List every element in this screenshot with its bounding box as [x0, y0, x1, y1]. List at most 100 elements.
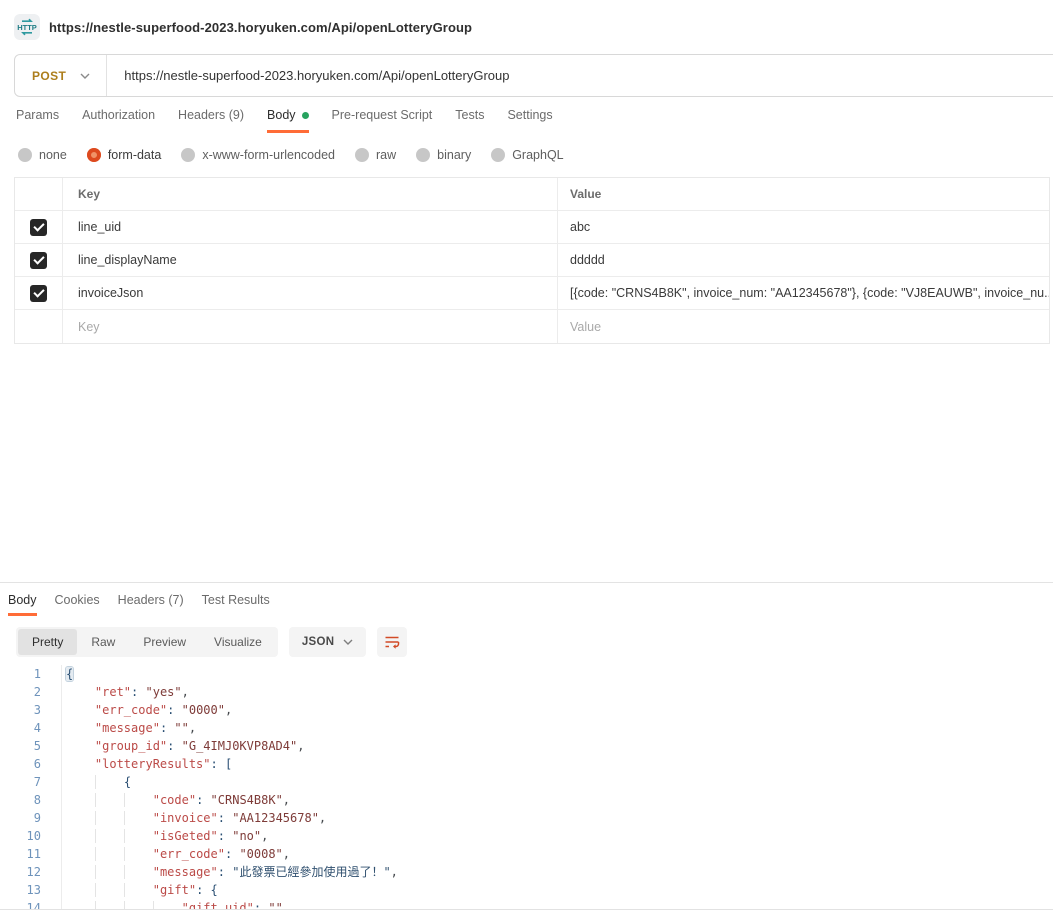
- line-number: 12: [0, 863, 62, 881]
- key-cell[interactable]: line_uid: [63, 211, 558, 243]
- code-line-content: "invoice": "AA12345678",: [62, 809, 326, 827]
- view-mode-preview[interactable]: Preview: [129, 629, 200, 655]
- radio-icon: [181, 148, 195, 162]
- checkbox-cell: [15, 211, 63, 243]
- value-cell-placeholder[interactable]: Value: [558, 310, 1049, 343]
- tab-tests[interactable]: Tests: [455, 97, 484, 133]
- method-label: POST: [15, 69, 80, 83]
- tab-pre-request-script[interactable]: Pre-request Script: [332, 97, 433, 133]
- checkbox-cell: [15, 277, 63, 309]
- radio-icon: [491, 148, 505, 162]
- response-tab-test-results[interactable]: Test Results: [202, 583, 270, 616]
- radio-icon: [18, 148, 32, 162]
- key-cell-placeholder[interactable]: Key: [63, 310, 558, 343]
- body-mode-graphql[interactable]: GraphQL: [491, 148, 563, 162]
- body-mode-label: form-data: [108, 148, 162, 162]
- body-mode-raw[interactable]: raw: [355, 148, 396, 162]
- line-number: 7: [0, 773, 62, 791]
- key-column-header: Key: [63, 178, 558, 210]
- form-data-table: Key Value line_uidabcline_displayNameddd…: [14, 177, 1050, 344]
- value-cell[interactable]: [{code: "CRNS4B8K", invoice_num: "AA1234…: [558, 277, 1049, 309]
- body-mode-none[interactable]: none: [18, 148, 67, 162]
- response-toolbar: PrettyRawPreviewVisualize JSON: [16, 627, 1053, 657]
- tab-settings[interactable]: Settings: [507, 97, 552, 133]
- tab-label: Params: [16, 108, 59, 122]
- code-line: 9 "invoice": "AA12345678",: [0, 809, 1053, 827]
- unsaved-changes-dot: [302, 112, 309, 119]
- code-line-content: "gift_uid": "": [62, 899, 283, 910]
- line-number: 1: [0, 665, 62, 683]
- url-input[interactable]: https://nestle-superfood-2023.horyuken.c…: [107, 68, 509, 83]
- code-line: 7 {: [0, 773, 1053, 791]
- line-number: 4: [0, 719, 62, 737]
- format-label: JSON: [302, 636, 335, 648]
- row-checkbox[interactable]: [30, 285, 47, 302]
- checkbox-cell: [15, 310, 63, 343]
- table-header-row: Key Value: [15, 178, 1049, 211]
- code-line-content: "isGeted": "no",: [62, 827, 268, 845]
- tab-params[interactable]: Params: [16, 97, 59, 133]
- tab-label: Authorization: [82, 108, 155, 122]
- key-cell[interactable]: line_displayName: [63, 244, 558, 276]
- code-line-content: "gift": {: [62, 881, 218, 899]
- row-checkbox[interactable]: [30, 219, 47, 236]
- body-mode-x-www-form-urlencoded[interactable]: x-www-form-urlencoded: [181, 148, 335, 162]
- response-tab-cookies[interactable]: Cookies: [55, 583, 100, 616]
- response-tab-body[interactable]: Body: [8, 583, 37, 616]
- code-line: 6 "lotteryResults": [: [0, 755, 1053, 773]
- format-selector[interactable]: JSON: [289, 627, 367, 657]
- tab-label: Headers (7): [118, 593, 184, 607]
- code-line: 10 "isGeted": "no",: [0, 827, 1053, 845]
- line-number: 2: [0, 683, 62, 701]
- view-mode-visualize[interactable]: Visualize: [200, 629, 276, 655]
- row-checkbox[interactable]: [30, 252, 47, 269]
- response-body-editor[interactable]: 1{2 "ret": "yes",3 "err_code": "0000",4 …: [0, 665, 1053, 910]
- code-line-content: "message": "",: [62, 719, 196, 737]
- tab-authorization[interactable]: Authorization: [82, 97, 155, 133]
- body-mode-label: GraphQL: [512, 148, 563, 162]
- line-number: 3: [0, 701, 62, 719]
- tab-label: Cookies: [55, 593, 100, 607]
- response-tab-headers-7[interactable]: Headers (7): [118, 583, 184, 616]
- value-cell[interactable]: ddddd: [558, 244, 1049, 276]
- body-mode-binary[interactable]: binary: [416, 148, 471, 162]
- code-line: 5 "group_id": "G_4IMJ0KVP8AD4",: [0, 737, 1053, 755]
- tab-label: Settings: [507, 108, 552, 122]
- line-number: 5: [0, 737, 62, 755]
- value-cell[interactable]: abc: [558, 211, 1049, 243]
- tab-label: Tests: [455, 108, 484, 122]
- code-line-content: "code": "CRNS4B8K",: [62, 791, 290, 809]
- code-line-content: {: [62, 773, 131, 791]
- code-line: 11 "err_code": "0008",: [0, 845, 1053, 863]
- tab-body[interactable]: Body: [267, 97, 309, 133]
- line-number: 14: [0, 899, 62, 910]
- line-number: 13: [0, 881, 62, 899]
- code-line: 13 "gift": {: [0, 881, 1053, 899]
- code-line-content: "ret": "yes",: [62, 683, 189, 701]
- code-line-content: "lotteryResults": [: [62, 755, 232, 773]
- code-line: 12 "message": "此發票已經參加使用過了！",: [0, 863, 1053, 881]
- method-selector[interactable]: POST: [15, 55, 106, 96]
- title-bar: HTTP https://nestle-superfood-2023.horyu…: [0, 0, 1053, 54]
- body-mode-form-data[interactable]: form-data: [87, 148, 162, 162]
- request-url-bar: POST https://nestle-superfood-2023.horyu…: [14, 54, 1053, 97]
- radio-icon: [87, 148, 101, 162]
- body-mode-label: raw: [376, 148, 396, 162]
- view-mode-segment: PrettyRawPreviewVisualize: [16, 627, 278, 657]
- key-cell[interactable]: invoiceJson: [63, 277, 558, 309]
- line-number: 6: [0, 755, 62, 773]
- body-mode-label: binary: [437, 148, 471, 162]
- code-line-content: "message": "此發票已經參加使用過了！",: [62, 863, 398, 881]
- response-tabs: Body Cookies Headers (7) Test Results: [0, 583, 1053, 616]
- form-data-row: invoiceJson[{code: "CRNS4B8K", invoice_n…: [15, 277, 1049, 310]
- tab-headers-9[interactable]: Headers (9): [178, 97, 244, 133]
- code-line-content: "group_id": "G_4IMJ0KVP8AD4",: [62, 737, 304, 755]
- code-line: 8 "code": "CRNS4B8K",: [0, 791, 1053, 809]
- form-data-row: line_displayNameddddd: [15, 244, 1049, 277]
- tab-label: Body: [8, 593, 37, 607]
- view-mode-raw[interactable]: Raw: [77, 629, 129, 655]
- value-column-header: Value: [558, 178, 1049, 210]
- wrap-lines-button[interactable]: [377, 627, 407, 657]
- chevron-down-icon: [80, 73, 90, 79]
- view-mode-pretty[interactable]: Pretty: [18, 629, 77, 655]
